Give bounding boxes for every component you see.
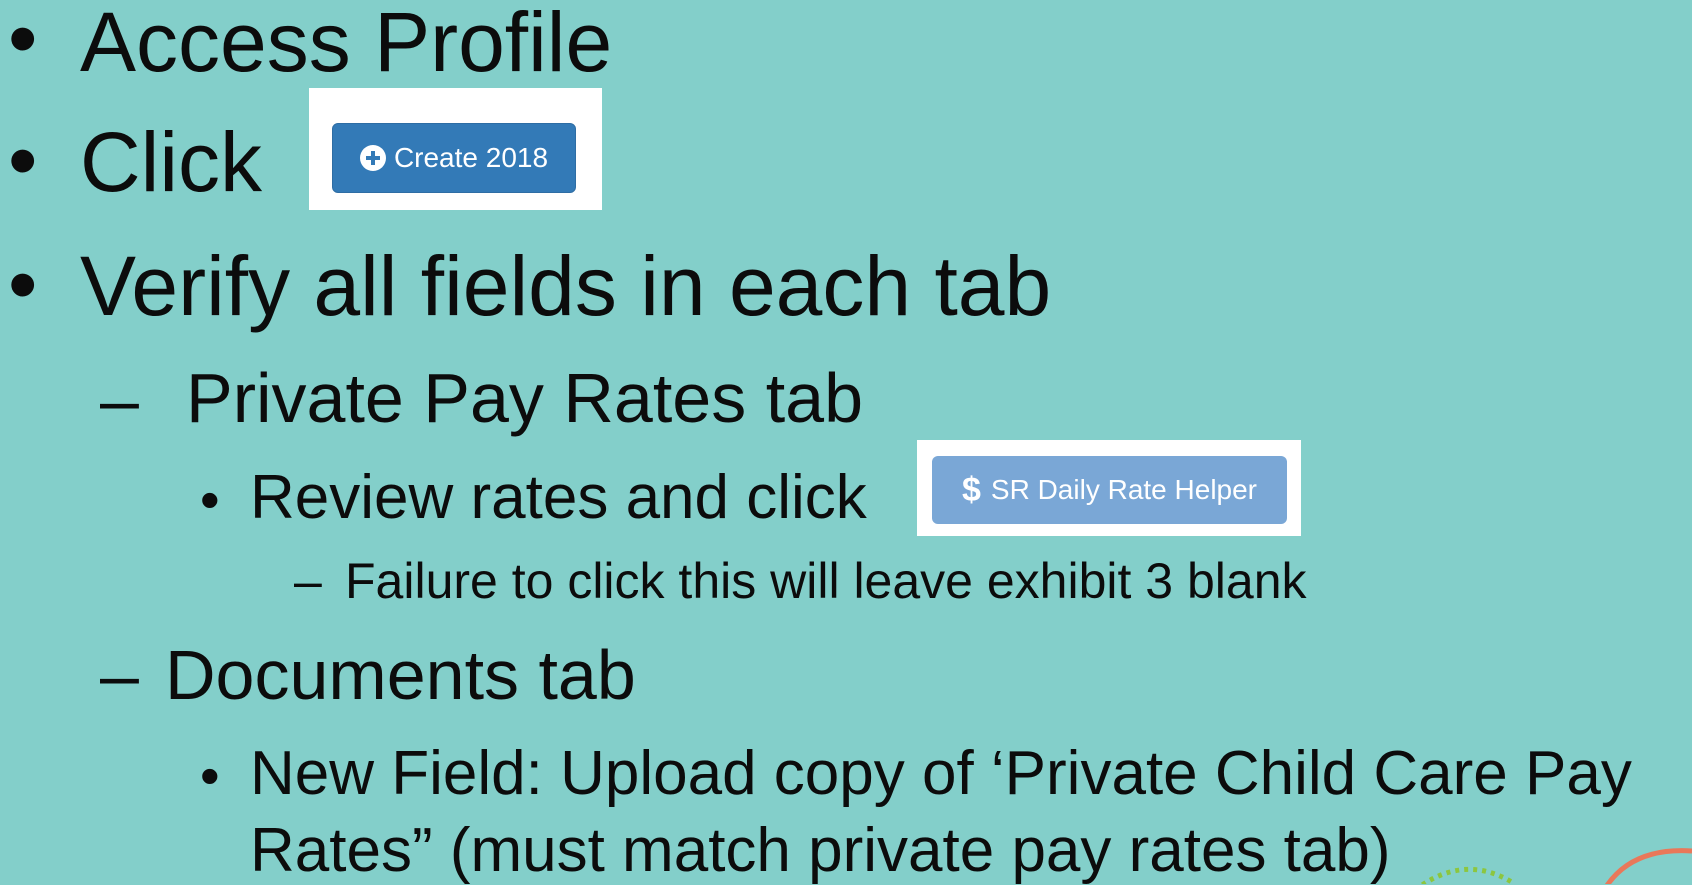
dash-marker: – — [100, 361, 139, 439]
failure-note-text: Failure to click this will leave exhibit… — [345, 553, 1307, 609]
green-dotted-arc — [1419, 866, 1517, 884]
bullet-marker: • — [8, 113, 38, 207]
dollar-icon: $ — [961, 470, 981, 509]
create-button-frame: Create 2018 — [309, 88, 602, 210]
bullet-marker: • — [8, 237, 38, 331]
new-field-text-line1: New Field: Upload copy of ‘Private Child… — [250, 739, 1632, 808]
orange-arc — [1605, 848, 1692, 884]
verify-text: Verify all fields in each tab — [80, 239, 1052, 333]
create-button-label: Create 2018 — [393, 142, 549, 173]
dash-marker: – — [100, 636, 139, 714]
rate-helper-button-frame: $ SR Daily Rate Helper — [917, 440, 1301, 536]
access-profile-text: Access Profile — [80, 0, 613, 89]
bullet-marker: • — [8, 0, 38, 85]
sr-daily-rate-helper-button[interactable]: $ SR Daily Rate Helper — [932, 456, 1287, 524]
review-rates-text: Review rates and click — [250, 463, 867, 532]
plus-circle-icon — [359, 145, 386, 171]
dash-marker: – — [294, 553, 322, 609]
bullet-marker: • — [200, 744, 220, 807]
documents-tab-text: Documents tab — [165, 636, 636, 714]
rate-helper-button-label: SR Daily Rate Helper — [990, 474, 1258, 505]
private-pay-rates-tab-text: Private Pay Rates tab — [186, 359, 863, 437]
bullet-marker: • — [200, 468, 220, 531]
click-text: Click — [80, 115, 262, 209]
create-2018-button[interactable]: Create 2018 — [332, 123, 576, 193]
new-field-text-line2: Rates” (must match private pay rates tab… — [250, 816, 1391, 885]
